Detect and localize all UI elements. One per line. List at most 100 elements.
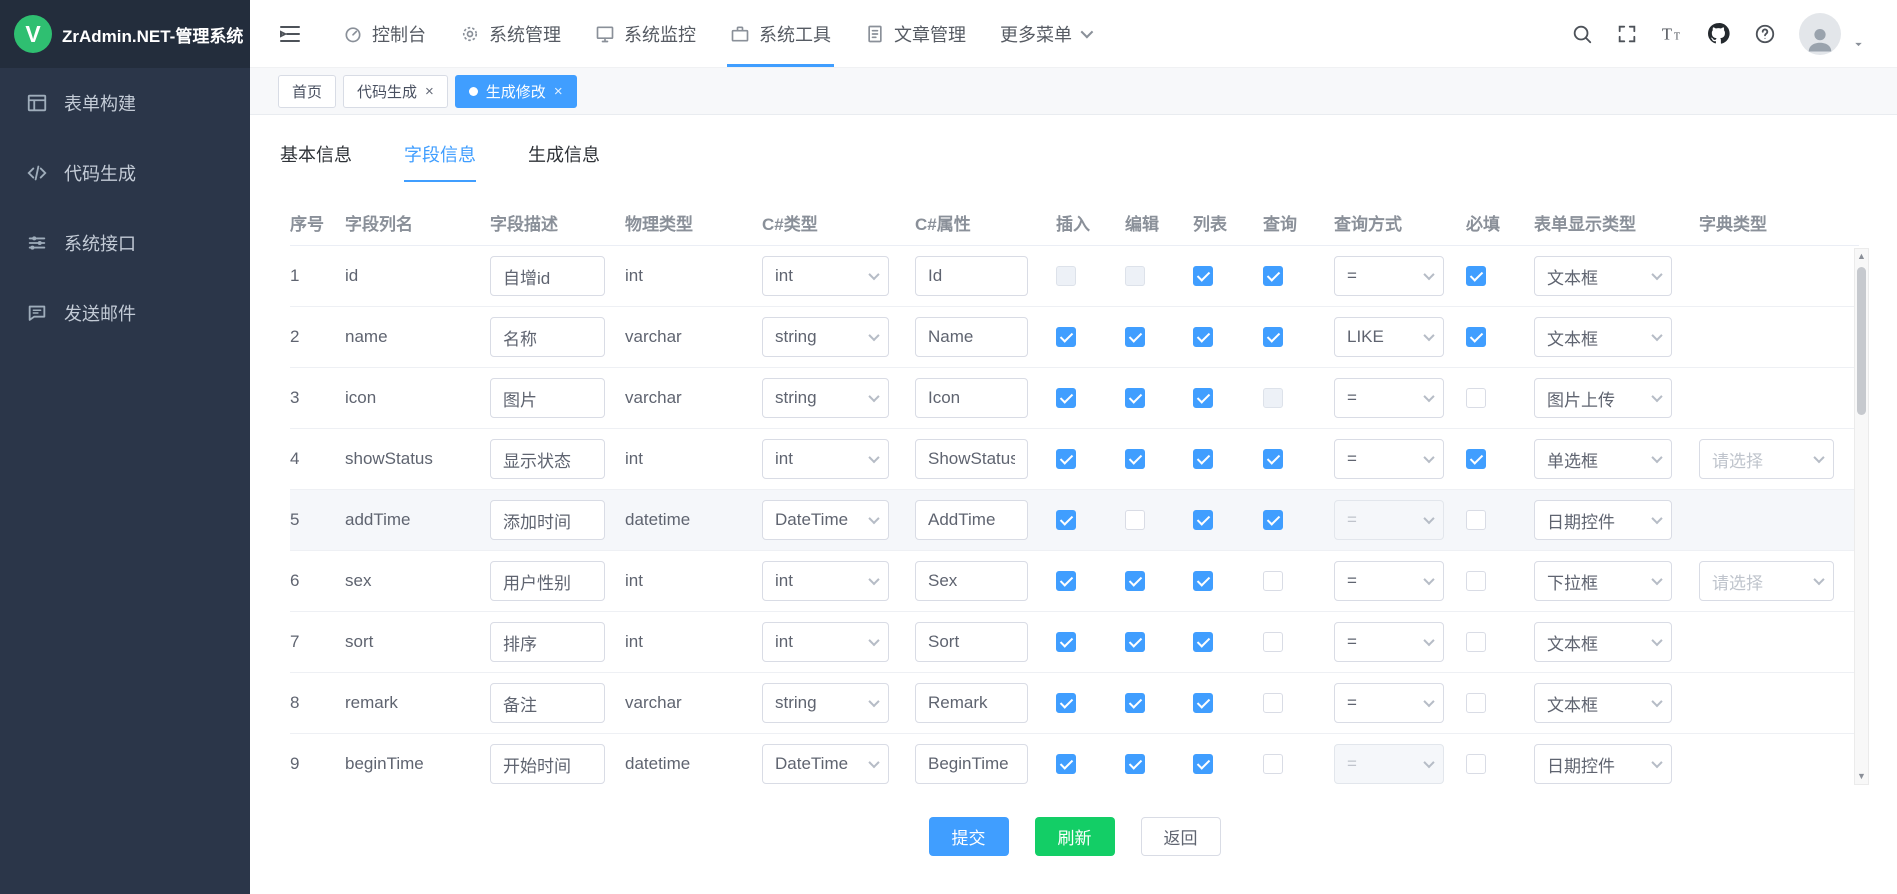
- avatar[interactable]: [1799, 13, 1841, 55]
- csharp-prop-input[interactable]: [915, 378, 1028, 418]
- list-checkbox[interactable]: [1193, 449, 1213, 469]
- list-checkbox[interactable]: [1193, 327, 1213, 347]
- required-checkbox[interactable]: [1466, 571, 1486, 591]
- list-checkbox[interactable]: [1193, 632, 1213, 652]
- display-type-select[interactable]: 下拉框: [1534, 561, 1672, 601]
- insert-checkbox[interactable]: [1056, 754, 1076, 774]
- query-method-select[interactable]: =: [1334, 378, 1444, 418]
- display-type-select[interactable]: 单选框: [1534, 439, 1672, 479]
- display-type-select[interactable]: 文本框: [1534, 683, 1672, 723]
- csharp-prop-input[interactable]: [915, 500, 1028, 540]
- search-icon[interactable]: [1571, 23, 1593, 45]
- required-checkbox[interactable]: [1466, 632, 1486, 652]
- edit-checkbox[interactable]: [1125, 327, 1145, 347]
- app-logo[interactable]: V ZrAdmin.NET-管理系统: [0, 0, 250, 68]
- edit-checkbox[interactable]: [1125, 693, 1145, 713]
- field-desc-input[interactable]: [490, 439, 605, 479]
- query-checkbox[interactable]: [1263, 754, 1283, 774]
- field-desc-input[interactable]: [490, 683, 605, 723]
- nav-menu-item[interactable]: 更多菜单: [983, 0, 1107, 67]
- csharp-type-select[interactable]: int: [762, 256, 889, 296]
- query-checkbox[interactable]: [1263, 510, 1283, 530]
- sidebar-item[interactable]: 代码生成: [0, 138, 250, 208]
- list-checkbox[interactable]: [1193, 266, 1213, 286]
- required-checkbox[interactable]: [1466, 327, 1486, 347]
- required-checkbox[interactable]: [1466, 693, 1486, 713]
- view-tab[interactable]: 生成修改 ×: [455, 75, 577, 108]
- content-tab[interactable]: 字段信息: [404, 141, 476, 182]
- query-method-select[interactable]: =: [1334, 744, 1444, 784]
- nav-menu-item[interactable]: 控制台: [326, 0, 443, 67]
- edit-checkbox[interactable]: [1125, 510, 1145, 530]
- list-checkbox[interactable]: [1193, 693, 1213, 713]
- csharp-prop-input[interactable]: [915, 561, 1028, 601]
- insert-checkbox[interactable]: [1056, 327, 1076, 347]
- query-checkbox[interactable]: [1263, 449, 1283, 469]
- list-checkbox[interactable]: [1193, 754, 1213, 774]
- submit-button[interactable]: 提交: [929, 817, 1009, 856]
- field-desc-input[interactable]: [490, 378, 605, 418]
- csharp-prop-input[interactable]: [915, 622, 1028, 662]
- close-icon[interactable]: ×: [425, 84, 434, 99]
- list-checkbox[interactable]: [1193, 510, 1213, 530]
- csharp-type-select[interactable]: string: [762, 683, 889, 723]
- display-type-select[interactable]: 文本框: [1534, 622, 1672, 662]
- csharp-type-select[interactable]: string: [762, 317, 889, 357]
- field-desc-input[interactable]: [490, 317, 605, 357]
- view-tab[interactable]: 首页: [278, 75, 336, 108]
- required-checkbox[interactable]: [1466, 266, 1486, 286]
- scroll-up-arrow[interactable]: ▲: [1855, 249, 1868, 264]
- query-checkbox[interactable]: [1263, 266, 1283, 286]
- query-checkbox[interactable]: [1263, 571, 1283, 591]
- insert-checkbox[interactable]: [1056, 510, 1076, 530]
- fullscreen-icon[interactable]: [1616, 23, 1638, 45]
- list-checkbox[interactable]: [1193, 571, 1213, 591]
- content-tab[interactable]: 生成信息: [528, 141, 600, 182]
- nav-menu-item[interactable]: 系统管理: [443, 0, 578, 67]
- csharp-prop-input[interactable]: [915, 683, 1028, 723]
- table-scrollbar[interactable]: ▲ ▼: [1854, 248, 1869, 785]
- csharp-type-select[interactable]: DateTime: [762, 500, 889, 540]
- caret-down-icon[interactable]: [1852, 38, 1865, 51]
- nav-menu-item[interactable]: 系统监控: [578, 0, 713, 67]
- scrollbar-thumb[interactable]: [1857, 267, 1866, 415]
- field-desc-input[interactable]: [490, 744, 605, 784]
- close-icon[interactable]: ×: [554, 84, 563, 99]
- csharp-type-select[interactable]: int: [762, 439, 889, 479]
- edit-checkbox[interactable]: [1125, 632, 1145, 652]
- scroll-down-arrow[interactable]: ▼: [1855, 769, 1868, 784]
- query-method-select[interactable]: LIKE: [1334, 317, 1444, 357]
- nav-menu-item[interactable]: 文章管理: [848, 0, 983, 67]
- query-checkbox[interactable]: [1263, 693, 1283, 713]
- query-method-select[interactable]: =: [1334, 561, 1444, 601]
- refresh-button[interactable]: 刷新: [1035, 817, 1115, 856]
- display-type-select[interactable]: 文本框: [1534, 256, 1672, 296]
- dict-type-select[interactable]: 请选择: [1699, 439, 1834, 479]
- required-checkbox[interactable]: [1466, 388, 1486, 408]
- csharp-prop-input[interactable]: [915, 317, 1028, 357]
- sidebar-item[interactable]: 表单构建: [0, 68, 250, 138]
- required-checkbox[interactable]: [1466, 510, 1486, 530]
- field-desc-input[interactable]: [490, 561, 605, 601]
- sidebar-item[interactable]: 系统接口: [0, 208, 250, 278]
- query-method-select[interactable]: =: [1334, 439, 1444, 479]
- required-checkbox[interactable]: [1466, 754, 1486, 774]
- csharp-type-select[interactable]: DateTime: [762, 744, 889, 784]
- field-desc-input[interactable]: [490, 500, 605, 540]
- field-desc-input[interactable]: [490, 622, 605, 662]
- query-method-select[interactable]: =: [1334, 256, 1444, 296]
- display-type-select[interactable]: 图片上传: [1534, 378, 1672, 418]
- view-tab[interactable]: 代码生成 ×: [343, 75, 448, 108]
- csharp-type-select[interactable]: string: [762, 378, 889, 418]
- edit-checkbox[interactable]: [1125, 388, 1145, 408]
- edit-checkbox[interactable]: [1125, 449, 1145, 469]
- display-type-select[interactable]: 日期控件: [1534, 500, 1672, 540]
- required-checkbox[interactable]: [1466, 449, 1486, 469]
- hamburger-menu-icon[interactable]: [278, 22, 302, 46]
- back-button[interactable]: 返回: [1141, 817, 1221, 856]
- sidebar-item[interactable]: 发送邮件: [0, 278, 250, 348]
- query-method-select[interactable]: =: [1334, 683, 1444, 723]
- github-icon[interactable]: [1706, 21, 1731, 46]
- display-type-select[interactable]: 日期控件: [1534, 744, 1672, 784]
- query-checkbox[interactable]: [1263, 388, 1283, 408]
